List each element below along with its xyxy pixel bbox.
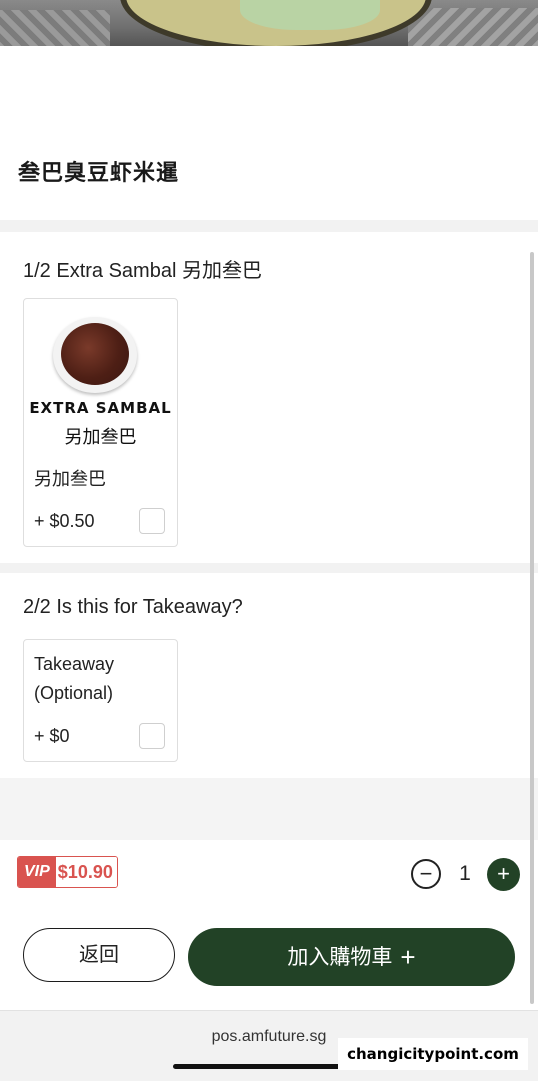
watermark: changicitypoint.com: [338, 1038, 528, 1070]
option-price: + $0: [34, 726, 70, 746]
option-checkbox-takeaway[interactable]: [139, 723, 165, 749]
sambal-image: [53, 317, 137, 393]
spacer-band: [0, 778, 538, 840]
home-indicator[interactable]: [173, 1064, 365, 1069]
vip-label: VIP: [18, 857, 56, 887]
section-divider: [0, 220, 538, 232]
scrollbar[interactable]: [530, 252, 534, 1004]
image-caption-cn: 另加叁巴: [64, 427, 137, 447]
quantity-minus-button[interactable]: −: [411, 859, 441, 889]
image-caption-en: EXTRA SAMBAL: [29, 399, 172, 417]
dish-title: 叁巴臭豆虾米暹: [18, 160, 180, 185]
back-button[interactable]: 返回: [23, 928, 175, 982]
section-divider: [0, 563, 538, 573]
option-name-line2: (Optional): [34, 683, 114, 703]
add-to-cart-label: 加入購物車: [287, 946, 393, 969]
dish-hero-image: [0, 0, 538, 46]
option-card-takeaway[interactable]: Takeaway (Optional) + $0: [23, 639, 178, 762]
option-price: + $0.50: [34, 511, 95, 531]
quantity-plus-button[interactable]: +: [487, 858, 520, 891]
add-to-cart-button[interactable]: 加入購物車 +: [188, 928, 515, 986]
option-card-extra-sambal[interactable]: EXTRA SAMBAL 另加叁巴 另加叁巴 + $0.50: [23, 298, 178, 547]
option-name-line1: Takeaway: [34, 654, 115, 674]
quantity-value: 1: [459, 862, 471, 885]
vip-price-badge: VIP $10.90: [17, 856, 118, 888]
vip-price: $10.90: [55, 857, 117, 887]
group-title-takeaway: 2/2 Is this for Takeaway?: [23, 596, 243, 618]
group-title-extra-sambal: 1/2 Extra Sambal 另加叁巴: [23, 260, 262, 282]
plus-icon: +: [400, 942, 416, 972]
option-checkbox-extra-sambal[interactable]: [139, 508, 165, 534]
option-name: 另加叁巴: [34, 469, 106, 489]
